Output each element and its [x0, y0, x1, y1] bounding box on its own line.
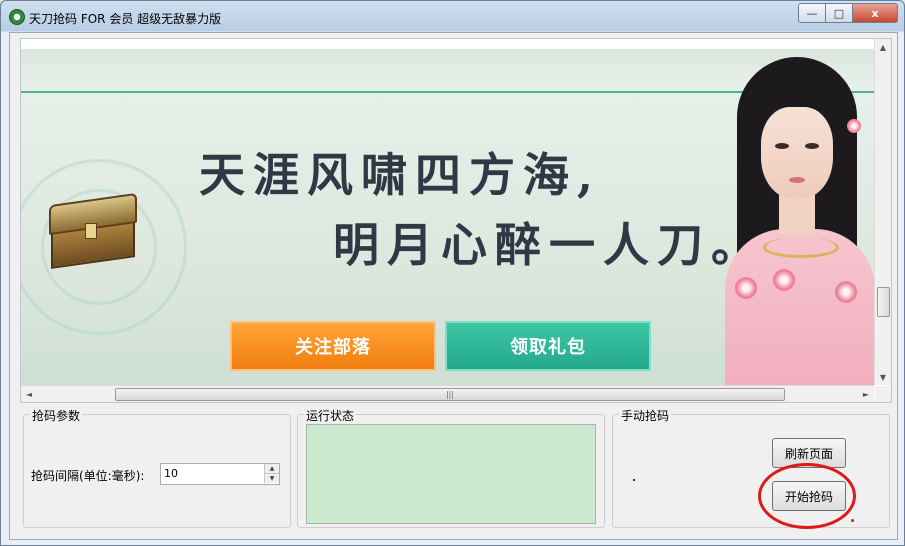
scroll-up-arrow-icon[interactable]: ▲ [875, 39, 891, 55]
params-group-title: 抢码参数 [30, 407, 83, 424]
close-button[interactable]: x [853, 3, 898, 23]
minimize-icon: — [806, 6, 818, 20]
promo-banner: 天涯风啸四方海, 明月心醉一人刀。 关注部落 领取礼包 [21, 49, 874, 385]
manual-group-title: 手动抢码 [619, 407, 672, 424]
red-highlight-circle [758, 463, 856, 529]
horizontal-scroll-thumb[interactable]: ||| [115, 388, 785, 401]
title-bar[interactable]: 天刀抢码 FOR 会员 超级无敌暴力版 — □ x [1, 1, 904, 31]
scroll-down-arrow-icon[interactable]: ▼ [875, 369, 891, 385]
status-group: 运行状态 [297, 407, 605, 528]
banner-slogan-line1: 天涯风啸四方海, [199, 148, 602, 202]
window-controls: — □ x [798, 3, 898, 23]
scrollbar-corner [875, 386, 891, 402]
vertical-scrollbar[interactable]: ▲ ▼ [874, 39, 891, 385]
vertical-scroll-thumb[interactable] [877, 287, 890, 317]
status-group-title: 运行状态 [304, 407, 357, 424]
maximize-icon: □ [833, 6, 845, 20]
minimize-button[interactable]: — [798, 3, 826, 23]
stepper-down-icon[interactable]: ▼ [264, 474, 279, 483]
status-log[interactable] [306, 424, 596, 524]
params-group: 抢码参数 抢码间隔(单位:毫秒): ▲ ▼ [23, 407, 291, 528]
scroll-grip-icon: ||| [445, 390, 455, 399]
treasure-chest-image [49, 192, 137, 269]
horizontal-scrollbar[interactable]: ◄ ||| ► [21, 385, 874, 402]
banner-slogan-line2: 明月心醉一人刀。 [333, 218, 765, 272]
interval-input[interactable] [161, 464, 264, 482]
app-window: 天刀抢码 FOR 会员 超级无敌暴力版 — □ x 天涯风啸四方海, 明月心醉一… [0, 0, 905, 546]
stepper-up-icon[interactable]: ▲ [264, 464, 279, 474]
scroll-right-arrow-icon[interactable]: ► [858, 386, 874, 402]
manual-group: 手动抢码 刷新页面 开始抢码 [612, 407, 890, 529]
scroll-left-arrow-icon[interactable]: ◄ [21, 386, 37, 402]
interval-stepper[interactable]: ▲ ▼ [160, 463, 280, 485]
follow-tribe-button[interactable]: 关注部落 [230, 321, 436, 371]
interval-label: 抢码间隔(单位:毫秒): [31, 469, 145, 483]
claim-gift-button[interactable]: 领取礼包 [445, 321, 651, 371]
red-annotation-dot [851, 519, 854, 522]
close-icon: x [871, 6, 879, 20]
embedded-browser[interactable]: 天涯风啸四方海, 明月心醉一人刀。 关注部落 领取礼包 ▲ ▼ ◄ ||| ► [20, 38, 892, 403]
window-title: 天刀抢码 FOR 会员 超级无敌暴力版 [29, 12, 222, 26]
character-illustration [717, 49, 874, 385]
app-icon [9, 9, 25, 25]
decorative-dot [633, 479, 635, 481]
maximize-button[interactable]: □ [826, 3, 853, 23]
client-area: 天涯风啸四方海, 明月心醉一人刀。 关注部落 领取礼包 ▲ ▼ ◄ ||| ► … [9, 32, 898, 540]
